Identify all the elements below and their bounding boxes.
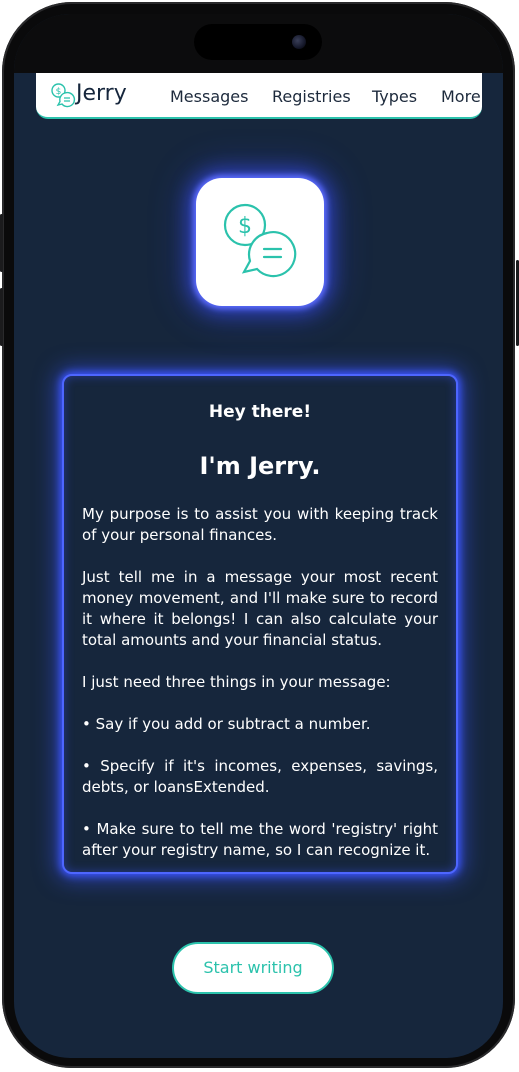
intro-bullet: • Make sure to tell me the word 'registr… [82, 820, 438, 859]
logo-chat-money-icon[interactable]: $ [50, 82, 76, 108]
nav-item-registries[interactable]: Registries [272, 87, 351, 106]
intro-bullet: • Say if you add or subtract a number. [82, 715, 371, 733]
camera-icon [292, 35, 306, 49]
nav-item-types[interactable]: Types [372, 87, 417, 106]
intro-card: Hey there! I'm Jerry. My purpose is to a… [62, 374, 458, 874]
phone-screen: $ Jerry Messages Registries Types More $… [14, 14, 503, 1058]
intro-paragraph: I just need three things in your message… [82, 673, 391, 691]
status-bar-area [14, 14, 503, 73]
intro-body: My purpose is to assist you with keeping… [82, 504, 438, 882]
app-icon-tile: $ [196, 178, 324, 306]
nav-item-messages[interactable]: Messages [170, 87, 248, 106]
intro-bullet: • Specify if it's incomes, expenses, sav… [82, 757, 438, 796]
intro-paragraph: My purpose is to assist you with keeping… [82, 505, 438, 544]
dynamic-island [194, 24, 322, 60]
greeting: Hey there! [208, 402, 312, 422]
start-writing-button[interactable]: Start writing [172, 942, 334, 994]
intro-paragraph: Just tell me in a message your most rece… [82, 568, 438, 649]
volume-up-button [0, 214, 3, 272]
volume-down-button [0, 288, 3, 346]
brand-name[interactable]: Jerry [76, 81, 127, 106]
intro-title: I'm Jerry. [199, 452, 321, 480]
nav-item-more[interactable]: More [441, 87, 481, 106]
chat-money-bubbles-icon: $ [223, 203, 297, 278]
top-navbar: $ Jerry Messages Registries Types More [36, 73, 482, 119]
svg-text:$: $ [238, 214, 252, 239]
